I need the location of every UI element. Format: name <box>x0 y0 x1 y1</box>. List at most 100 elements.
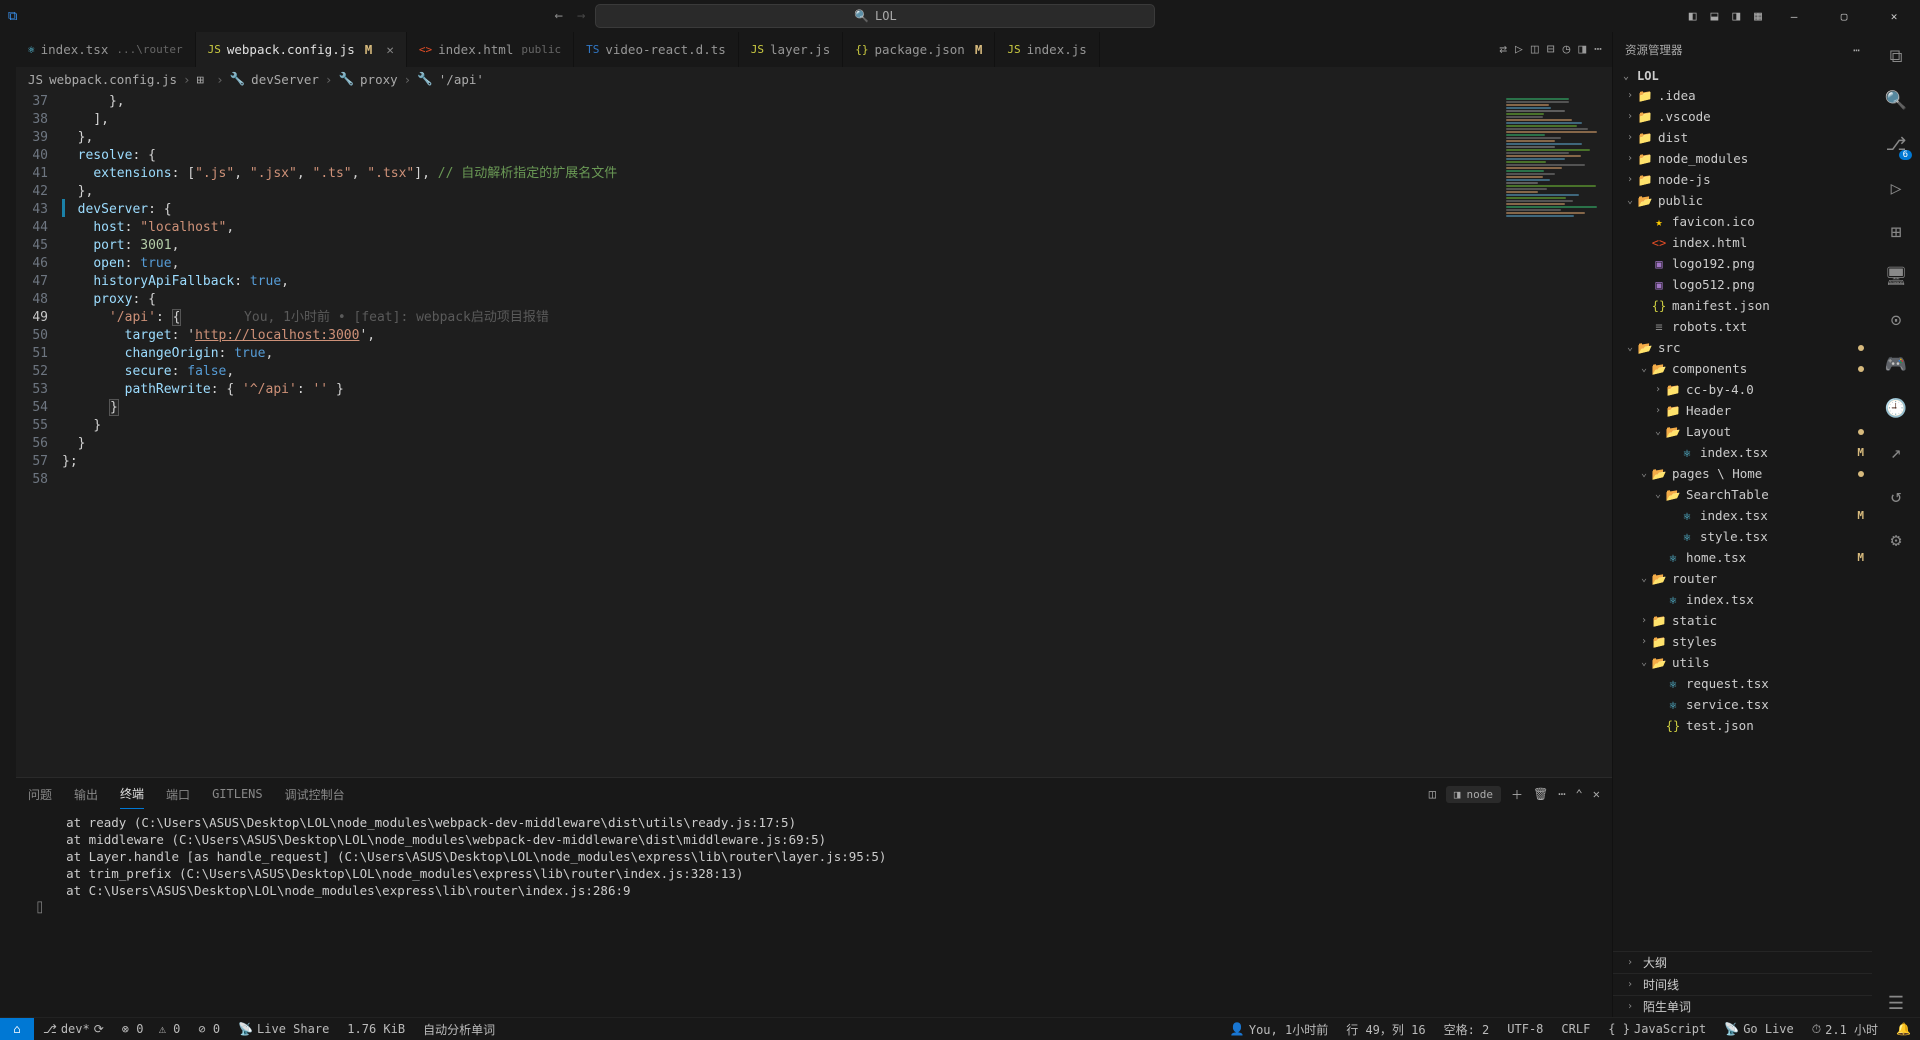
tree-service.tsx[interactable]: ⚛service.tsx <box>1613 694 1872 715</box>
window-maximize[interactable]: ▢ <box>1826 10 1862 23</box>
breadcrumb-item[interactable]: devServer <box>251 72 319 87</box>
panel-tab-输出[interactable]: 输出 <box>74 780 98 809</box>
tree-home.tsx[interactable]: ⚛home.tsxM <box>1613 547 1872 568</box>
problems[interactable]: ⊗ 0 ⚠ 0 <box>113 1018 190 1040</box>
tab-index.js[interactable]: JSindex.js <box>995 32 1099 67</box>
split-icon[interactable]: ◫ <box>1531 42 1539 57</box>
search-icon[interactable]: 🔍 <box>1882 86 1910 114</box>
tree-logo192.png[interactable]: ▣logo192.png <box>1613 253 1872 274</box>
run-icon[interactable]: ▷ <box>1515 42 1523 57</box>
tree-node_modules[interactable]: ›📁node_modules <box>1613 148 1872 169</box>
panel-more-icon[interactable]: ⋯ <box>1558 787 1565 801</box>
tab-index.html[interactable]: <>index.htmlpublic <box>407 32 574 67</box>
game-icon[interactable]: 🎮 <box>1882 350 1910 378</box>
diff-icon[interactable]: ⊟ <box>1547 42 1555 57</box>
tree-index.html[interactable]: <>index.html <box>1613 232 1872 253</box>
tree-dist[interactable]: ›📁dist <box>1613 127 1872 148</box>
tree-components[interactable]: ⌄📂components <box>1613 358 1872 379</box>
close-icon[interactable]: ✕ <box>386 42 394 57</box>
breadcrumb-item[interactable]: webpack.config.js <box>49 72 177 87</box>
tree-static[interactable]: ›📁static <box>1613 610 1872 631</box>
history-icon[interactable]: ↺ <box>1882 482 1910 510</box>
editor[interactable]: 3738394041424344454647484950515253545556… <box>16 91 1612 777</box>
layout-left-icon[interactable]: ◧ <box>1689 9 1697 24</box>
copy-icon[interactable]: ⧉ <box>1882 42 1910 70</box>
tab-webpack.config.js[interactable]: JSwebpack.config.jsM✕ <box>196 32 407 67</box>
terminal-output[interactable]: at ready (C:\Users\ASUS\Desktop\LOL\node… <box>16 810 1612 1017</box>
panel-tab-调试控制台[interactable]: 调试控制台 <box>285 780 345 809</box>
tree-styles[interactable]: ›📁styles <box>1613 631 1872 652</box>
tree-index.tsx[interactable]: ⚛index.tsx <box>1613 589 1872 610</box>
nav-back-icon[interactable]: ← <box>551 8 567 24</box>
encoding[interactable]: UTF-8 <box>1498 1018 1552 1040</box>
tree-.vscode[interactable]: ›📁.vscode <box>1613 106 1872 127</box>
timeline-section[interactable]: ›时间线 <box>1613 973 1872 995</box>
tree-index.tsx[interactable]: ⚛index.tsxM <box>1613 505 1872 526</box>
tree-test.json[interactable]: {}test.json <box>1613 715 1872 736</box>
outline-section[interactable]: ›大纲 <box>1613 951 1872 973</box>
tree-SearchTable[interactable]: ⌄📂SearchTable <box>1613 484 1872 505</box>
panel-tab-端口[interactable]: 端口 <box>166 780 190 809</box>
minimap[interactable] <box>1502 91 1612 777</box>
unfamiliar-section[interactable]: ›陌生单词 <box>1613 995 1872 1017</box>
menu-icon[interactable]: ☰ <box>1882 989 1910 1017</box>
code-content[interactable]: }, ], }, resolve: { extensions: [".js", … <box>62 91 1502 777</box>
panel-tab-问题[interactable]: 问题 <box>28 780 52 809</box>
cursor-position[interactable]: 行 49，列 16 <box>1337 1018 1434 1040</box>
indentation[interactable]: 空格: 2 <box>1435 1018 1499 1040</box>
tree-Header[interactable]: ›📁Header <box>1613 400 1872 421</box>
auto-analyze[interactable]: 自动分析单词 <box>414 1018 504 1040</box>
tree-pages \ Home[interactable]: ⌄📂pages \ Home <box>1613 463 1872 484</box>
settings-sync-icon[interactable]: ⚙ <box>1882 526 1910 554</box>
timeline-icon[interactable]: ◷ <box>1563 42 1571 57</box>
ports[interactable]: ⊘ 0 <box>189 1018 229 1040</box>
tab-layer.js[interactable]: JSlayer.js <box>739 32 843 67</box>
panel-maximize-icon[interactable]: ⌃ <box>1576 787 1583 801</box>
source-control-icon[interactable]: ⎇6 <box>1882 130 1910 158</box>
tree-logo512.png[interactable]: ▣logo512.png <box>1613 274 1872 295</box>
side-icon[interactable]: ◨ <box>1578 42 1586 57</box>
tree-src[interactable]: ⌄📂src <box>1613 337 1872 358</box>
language-mode[interactable]: { } JavaScript <box>1599 1018 1715 1040</box>
remote-button[interactable]: ⌂ <box>0 1018 34 1040</box>
layout-bottom-icon[interactable]: ⬓ <box>1711 9 1719 24</box>
tree-utils[interactable]: ⌄📂utils <box>1613 652 1872 673</box>
command-center[interactable]: 🔍 LOL <box>595 4 1155 28</box>
tree-node-js[interactable]: ›📁node-js <box>1613 169 1872 190</box>
share-icon[interactable]: ↗ <box>1882 438 1910 466</box>
tree-cc-by-4.0[interactable]: ›📁cc-by-4.0 <box>1613 379 1872 400</box>
tree-request.tsx[interactable]: ⚛request.tsx <box>1613 673 1872 694</box>
git-branch[interactable]: ⎇ dev* ⟳ <box>34 1018 113 1040</box>
blame-status[interactable]: 👤 You, 1小时前 <box>1221 1018 1337 1040</box>
live-share[interactable]: 📡 Live Share <box>229 1018 338 1040</box>
compare-icon[interactable]: ⇄ <box>1499 42 1507 57</box>
remote-icon[interactable]: 🖥 <box>1882 262 1910 290</box>
tree-index.tsx[interactable]: ⚛index.tsxM <box>1613 442 1872 463</box>
more-icon[interactable]: ⋯ <box>1594 42 1602 57</box>
split-terminal-icon[interactable]: ◫ <box>1429 787 1436 801</box>
timeline-icon[interactable]: 🕘 <box>1882 394 1910 422</box>
layout-right-icon[interactable]: ◨ <box>1732 9 1740 24</box>
tree-robots.txt[interactable]: ≡robots.txt <box>1613 316 1872 337</box>
breadcrumb-item[interactable]: proxy <box>360 72 398 87</box>
tree-public[interactable]: ⌄📂public <box>1613 190 1872 211</box>
go-live[interactable]: 📡 Go Live <box>1715 1018 1803 1040</box>
terminal-selector[interactable]: ◨ node <box>1446 786 1501 803</box>
kill-terminal-icon[interactable]: 🗑 <box>1533 787 1548 801</box>
explorer-root[interactable]: ⌄LOL <box>1613 67 1872 85</box>
tab-video-react.d.ts[interactable]: TSvideo-react.d.ts <box>574 32 739 67</box>
run-debug-icon[interactable]: ▷ <box>1882 174 1910 202</box>
tree-favicon.ico[interactable]: ★favicon.ico <box>1613 211 1872 232</box>
tree-manifest.json[interactable]: {}manifest.json <box>1613 295 1872 316</box>
explorer-more-icon[interactable]: ⋯ <box>1853 43 1860 57</box>
eol[interactable]: CRLF <box>1552 1018 1599 1040</box>
panel-tab-终端[interactable]: 终端 <box>120 779 144 809</box>
testing-icon[interactable]: ⊙ <box>1882 306 1910 334</box>
nav-forward-icon[interactable]: → <box>573 8 589 24</box>
tree-style.tsx[interactable]: ⚛style.tsx <box>1613 526 1872 547</box>
tree-Layout[interactable]: ⌄📂Layout <box>1613 421 1872 442</box>
panel-tab-GITLENS[interactable]: GITLENS <box>212 781 263 807</box>
breadcrumb-item[interactable]: '/api' <box>439 72 484 87</box>
window-minimize[interactable]: — <box>1776 10 1812 23</box>
customize-layout-icon[interactable]: ▦ <box>1754 9 1762 24</box>
